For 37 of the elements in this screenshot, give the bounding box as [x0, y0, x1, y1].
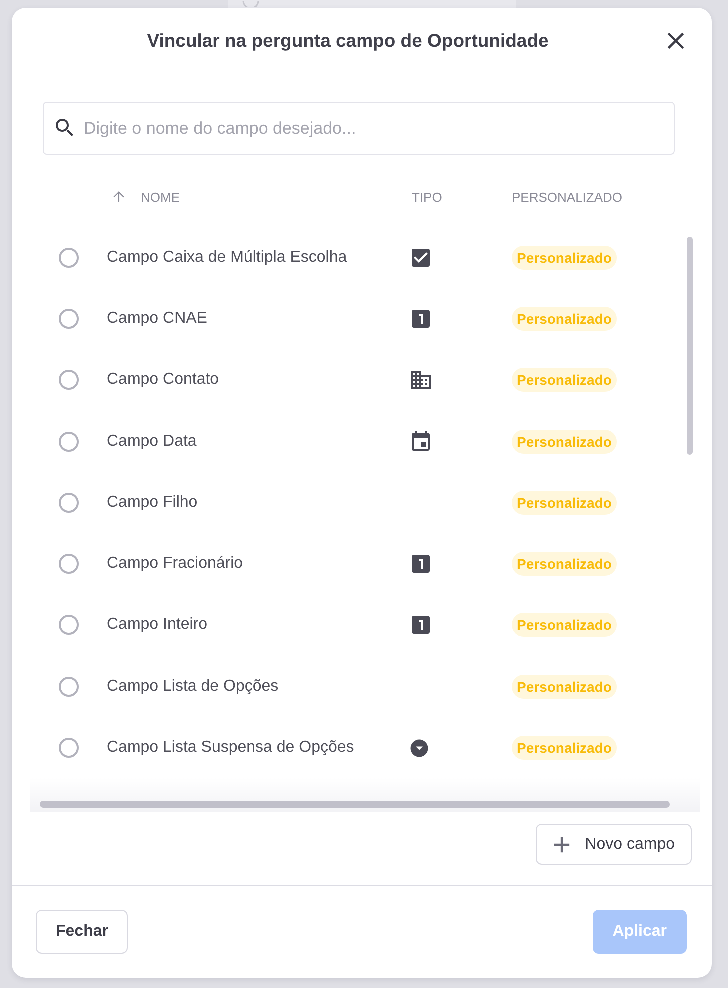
custom-badge: Personalizado [512, 430, 617, 454]
column-header[interactable]: NOME [141, 190, 180, 204]
custom-badge: Personalizado [512, 246, 617, 270]
radio-button[interactable] [59, 432, 79, 452]
field-name: Campo CNAE [107, 310, 208, 328]
field-name: Campo Caixa de Múltipla Escolha [107, 248, 348, 267]
radio-button[interactable] [59, 554, 79, 574]
calendar-icon [409, 430, 433, 454]
field-name: Campo Contato [107, 371, 220, 390]
custom-badge: Personalizado [512, 368, 617, 392]
field-name: Campo Data [107, 432, 198, 451]
radio-button[interactable] [59, 738, 79, 758]
vertical-scrollbar[interactable] [687, 237, 693, 455]
field-name: Campo Inteiro [107, 616, 208, 634]
custom-badge: Personalizado [512, 490, 617, 515]
new-field-button[interactable]: Novo campo [536, 824, 692, 865]
custom-badge: Personalizado [512, 552, 617, 576]
custom-badge: Personalizado [512, 613, 617, 638]
field-name: Campo Lista de Opções [107, 678, 280, 696]
radio-button[interactable] [59, 676, 79, 697]
column-header[interactable]: TIPO [412, 190, 442, 204]
search-field[interactable]: Digite o nome do campo desejado... [43, 102, 675, 155]
horizontal-scrollbar[interactable] [40, 801, 670, 808]
custom-badge: Personalizado [512, 736, 617, 760]
radio-button[interactable] [59, 370, 79, 390]
radio-button[interactable] [59, 615, 79, 636]
custom-badge: Personalizado [512, 674, 617, 699]
column-header[interactable]: PERSONALIZADO [512, 190, 623, 204]
field-name: Campo Lista Suspensa de Opções [107, 739, 356, 758]
field-name: Campo Fracionário [107, 555, 244, 574]
custom-badge: Personalizado [512, 306, 617, 331]
dialog-title: Vincular na pergunta campo de Oportunidade [146, 30, 550, 52]
radio-button[interactable] [59, 248, 79, 268]
radio-button[interactable] [59, 492, 79, 513]
close-dialog-button[interactable]: Fechar [36, 910, 128, 954]
field-name: Campo Filho [107, 494, 199, 512]
radio-button[interactable] [59, 308, 79, 329]
